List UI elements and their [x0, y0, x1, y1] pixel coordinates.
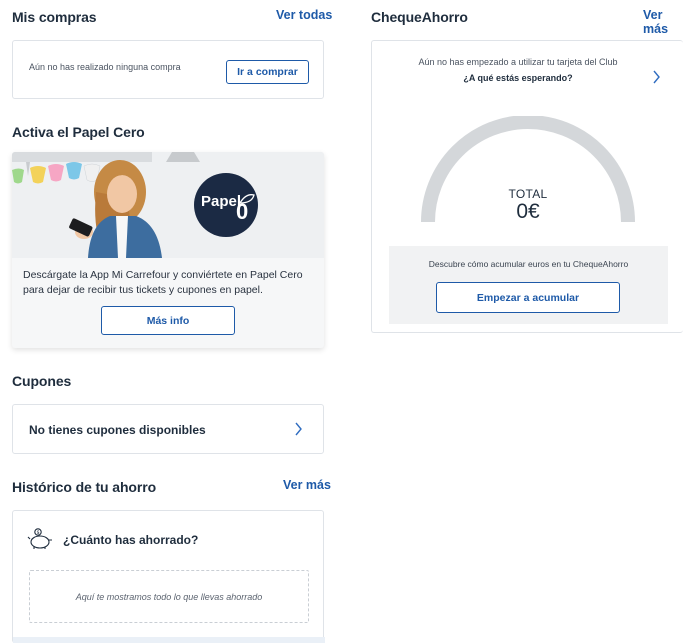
ver-mas-historico-link[interactable]: Ver más: [283, 478, 331, 492]
mis-compras-empty-text: Aún no has realizado ninguna compra: [29, 62, 181, 72]
cupones-empty-text: No tienes cupones disponibles: [29, 423, 206, 437]
papel-cero-badge: Papel 0: [194, 173, 258, 237]
chequeahorro-card: Aún no has empezado a utilizar tu tarjet…: [371, 40, 683, 333]
cupones-card[interactable]: No tienes cupones disponibles: [12, 404, 324, 454]
historico-placeholder-box: Aquí te mostramos todo lo que llevas aho…: [29, 570, 309, 623]
piggy-bank-icon: $: [27, 528, 52, 549]
empezar-a-acumular-button[interactable]: Empezar a acumular: [436, 282, 620, 313]
chequeahorro-title: ChequeAhorro: [371, 9, 468, 25]
chequeahorro-cta-text: Descubre cómo acumular euros en tu Chequ…: [428, 259, 629, 269]
chequeahorro-cta-panel: Descubre cómo acumular euros en tu Chequ…: [389, 246, 668, 324]
mis-compras-title: Mis compras: [12, 9, 97, 25]
papel-cero-hero-image: Papel 0: [12, 152, 324, 258]
historico-question: ¿Cuánto has ahorrado?: [63, 533, 199, 547]
dashboard-page: Mis compras Ver todas Aún no has realiza…: [0, 0, 683, 643]
chequeahorro-intro-line1: Aún no has empezado a utilizar tu tarjet…: [418, 57, 618, 67]
historico-title: Histórico de tu ahorro: [12, 479, 157, 495]
ir-a-comprar-button[interactable]: Ir a comprar: [226, 60, 309, 84]
svg-text:$: $: [37, 530, 40, 536]
papel-cero-leaf-icon: [239, 194, 255, 204]
ver-todas-link[interactable]: Ver todas: [276, 8, 332, 22]
chequeahorro-total-value: 0€: [516, 200, 540, 223]
historico-card-footer: [13, 637, 325, 643]
papel-cero-card: Papel 0 Descárgate la App Mi Carrefour y…: [12, 152, 324, 348]
historico-card: $ ¿Cuánto has ahorrado? Aquí te mostramo…: [12, 510, 325, 643]
mis-compras-card: Aún no has realizado ninguna compra Ir a…: [12, 40, 324, 99]
papel-cero-description: Descárgate la App Mi Carrefour y conviér…: [23, 269, 303, 296]
papel-cero-title: Activa el Papel Cero: [12, 124, 145, 140]
cupones-title: Cupones: [12, 373, 72, 389]
chequeahorro-intro-line2: ¿A qué estás esperando?: [463, 73, 573, 83]
chevron-right-icon[interactable]: [652, 70, 661, 84]
chevron-right-icon[interactable]: [294, 422, 303, 436]
historico-placeholder-text: Aquí te mostramos todo lo que llevas aho…: [75, 591, 263, 602]
chequeahorro-total-label: TOTAL: [508, 187, 548, 201]
hero-illustration: [12, 152, 324, 258]
mas-info-button[interactable]: Más info: [101, 306, 235, 335]
ver-mas-chequeahorro-link[interactable]: Ver más: [643, 8, 683, 36]
